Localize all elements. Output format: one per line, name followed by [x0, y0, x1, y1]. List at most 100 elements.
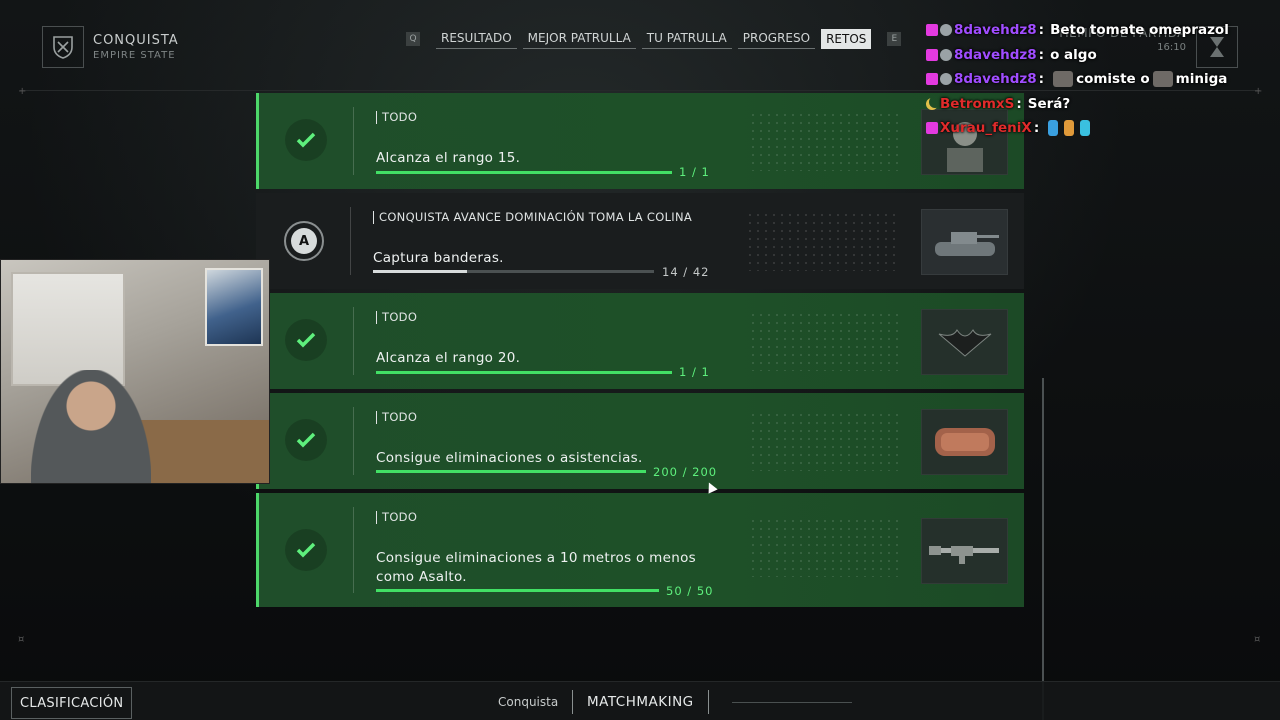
heart-badge-icon: [926, 122, 938, 135]
bottom-divider: [732, 702, 852, 703]
row-divider: [353, 507, 354, 593]
chat-text: comiste o: [1076, 71, 1150, 88]
heart-badge-icon: [926, 48, 938, 61]
progress-count: 50 / 50: [666, 584, 714, 598]
chat-message: 8davehdz8: o algo: [926, 43, 1266, 68]
chat-text: o algo: [1050, 46, 1097, 63]
corner-plus-icon: ¤: [18, 634, 25, 645]
bottom-mode-label: Conquista: [498, 695, 559, 709]
challenge-description: Consigue eliminaciones a 10 metros o men…: [376, 550, 696, 585]
checkmark-icon: [285, 419, 327, 461]
batarang-charm-icon: [921, 309, 1008, 375]
progress-fill: [376, 470, 646, 473]
webcam-desk: [141, 420, 269, 483]
progress-bar: [376, 470, 646, 473]
progress-count: 14 / 42: [662, 265, 710, 279]
streamer-webcam: [0, 259, 270, 484]
prev-tab-key-hint[interactable]: Q: [406, 31, 420, 46]
checkmark-icon: [285, 319, 327, 361]
dot-pattern: [749, 517, 899, 577]
row-divider: [350, 207, 351, 275]
heart-badge-icon: [926, 73, 938, 86]
chat-message: BetromxS: Será?: [926, 92, 1266, 117]
dancing-emote-icon: [1080, 120, 1091, 137]
game-mode-header: CONQUISTA EMPIRE STATE: [42, 26, 179, 68]
corner-plus-icon: +: [18, 86, 27, 97]
progress-fill: [376, 371, 672, 374]
moderator-badge-icon: [940, 73, 952, 86]
progress-fill: [376, 171, 672, 174]
chat-message: 8davehdz8: comiste o miniga: [926, 67, 1266, 92]
chat-username: 8davehdz8: [954, 46, 1037, 63]
challenge-row[interactable]: TODO Consigue eliminaciones o asistencia…: [256, 393, 1024, 489]
moderator-badge-icon: [940, 24, 952, 37]
challenge-category: TODO: [376, 311, 417, 324]
tab-retos[interactable]: RETOS: [821, 28, 872, 49]
chat-text: Será?: [1027, 95, 1071, 112]
moderator-badge-icon: [940, 48, 952, 61]
rifle-icon: [921, 518, 1008, 584]
dog-tag-icon: [921, 409, 1008, 475]
chat-text: Beto tomate omeprazol: [1050, 22, 1229, 39]
challenge-category: TODO: [376, 511, 417, 524]
progress-count: 1 / 1: [679, 165, 710, 179]
challenge-row[interactable]: TODO Consigue eliminaciones a 10 metros …: [256, 493, 1024, 607]
tab-tu-patrulla[interactable]: TU PATRULLA: [641, 28, 732, 49]
challenge-row[interactable]: TODO Alcanza el rango 20. 1 / 1: [256, 293, 1024, 389]
tab-resultado[interactable]: RESULTADO: [436, 28, 517, 49]
challenge-row[interactable]: A CONQUISTA AVANCE DOMINACIÓN TOMA LA CO…: [256, 193, 1024, 289]
progress-bar: [376, 589, 659, 592]
matchmaking-button[interactable]: MATCHMAKING: [572, 690, 709, 714]
chat-username: 8davehdz8: [954, 71, 1037, 88]
badge-letter: A: [291, 228, 317, 254]
next-tab-key-hint[interactable]: E: [887, 31, 902, 46]
challenge-category: CONQUISTA AVANCE DOMINACIÓN TOMA LA COLI…: [373, 211, 692, 224]
webcam-person: [31, 370, 151, 483]
dot-pattern: [746, 211, 896, 271]
conquest-emblem-icon: [42, 26, 84, 68]
chat-message: 8davehdz8: Beto tomate omeprazol: [926, 18, 1266, 43]
map-name: EMPIRE STATE: [93, 50, 176, 61]
dot-pattern: [749, 411, 899, 471]
dancing-emote-icon: [1048, 120, 1059, 137]
dancing-emote-icon: [1064, 120, 1075, 137]
row-divider: [353, 407, 354, 475]
classification-button[interactable]: CLASIFICACIÓN: [11, 687, 133, 719]
progress-fill: [376, 589, 659, 592]
challenge-category: TODO: [376, 111, 417, 124]
corner-plus-icon: ¤: [1254, 634, 1261, 645]
challenge-list: TODO Alcanza el rango 15. 1 / 1 A CONQUI…: [256, 93, 1024, 611]
progress-bar: [373, 270, 654, 273]
progress-count: 200 / 200: [653, 465, 718, 479]
checkmark-icon: [285, 119, 327, 161]
checkmark-icon: [285, 529, 327, 571]
chat-username: BetromxS: [940, 95, 1015, 112]
bottom-bar: CLASIFICACIÓN Conquista MATCHMAKING: [0, 681, 1280, 720]
row-divider: [353, 307, 354, 375]
challenge-row[interactable]: TODO Alcanza el rango 15. 1 / 1: [256, 93, 1024, 189]
tank-icon: [921, 209, 1008, 275]
progress-bar: [376, 371, 672, 374]
dot-pattern: [749, 311, 899, 371]
heart-badge-icon: [926, 24, 938, 37]
tab-progreso[interactable]: PROGRESO: [737, 28, 816, 49]
chat-username: 8davehdz8: [954, 22, 1037, 39]
progress-bar: [376, 171, 672, 174]
list-scrollbar[interactable]: [1042, 378, 1044, 720]
dot-pattern: [749, 111, 899, 171]
progress-fill: [373, 270, 467, 273]
objective-a-badge: A: [284, 221, 324, 261]
face-emote-icon: [1053, 71, 1074, 88]
row-divider: [353, 107, 354, 175]
tab-bar: Q RESULTADO MEJOR PATRULLA TU PATRULLA P…: [396, 28, 911, 49]
webcam-window-blinds: [11, 272, 125, 386]
face-emote-icon: [1152, 71, 1173, 88]
tab-mejor-patrulla[interactable]: MEJOR PATRULLA: [522, 28, 636, 49]
chat-username: Xurau_feniX: [940, 120, 1032, 137]
moon-badge-icon: [926, 98, 938, 110]
chat-text-after: miniga: [1175, 71, 1228, 88]
stream-chat: 8davehdz8: Beto tomate omeprazol 8davehd…: [926, 18, 1266, 141]
progress-count: 1 / 1: [679, 365, 710, 379]
chat-message: Xurau_feniX:: [926, 116, 1266, 141]
webcam-wave-poster: [205, 268, 263, 346]
